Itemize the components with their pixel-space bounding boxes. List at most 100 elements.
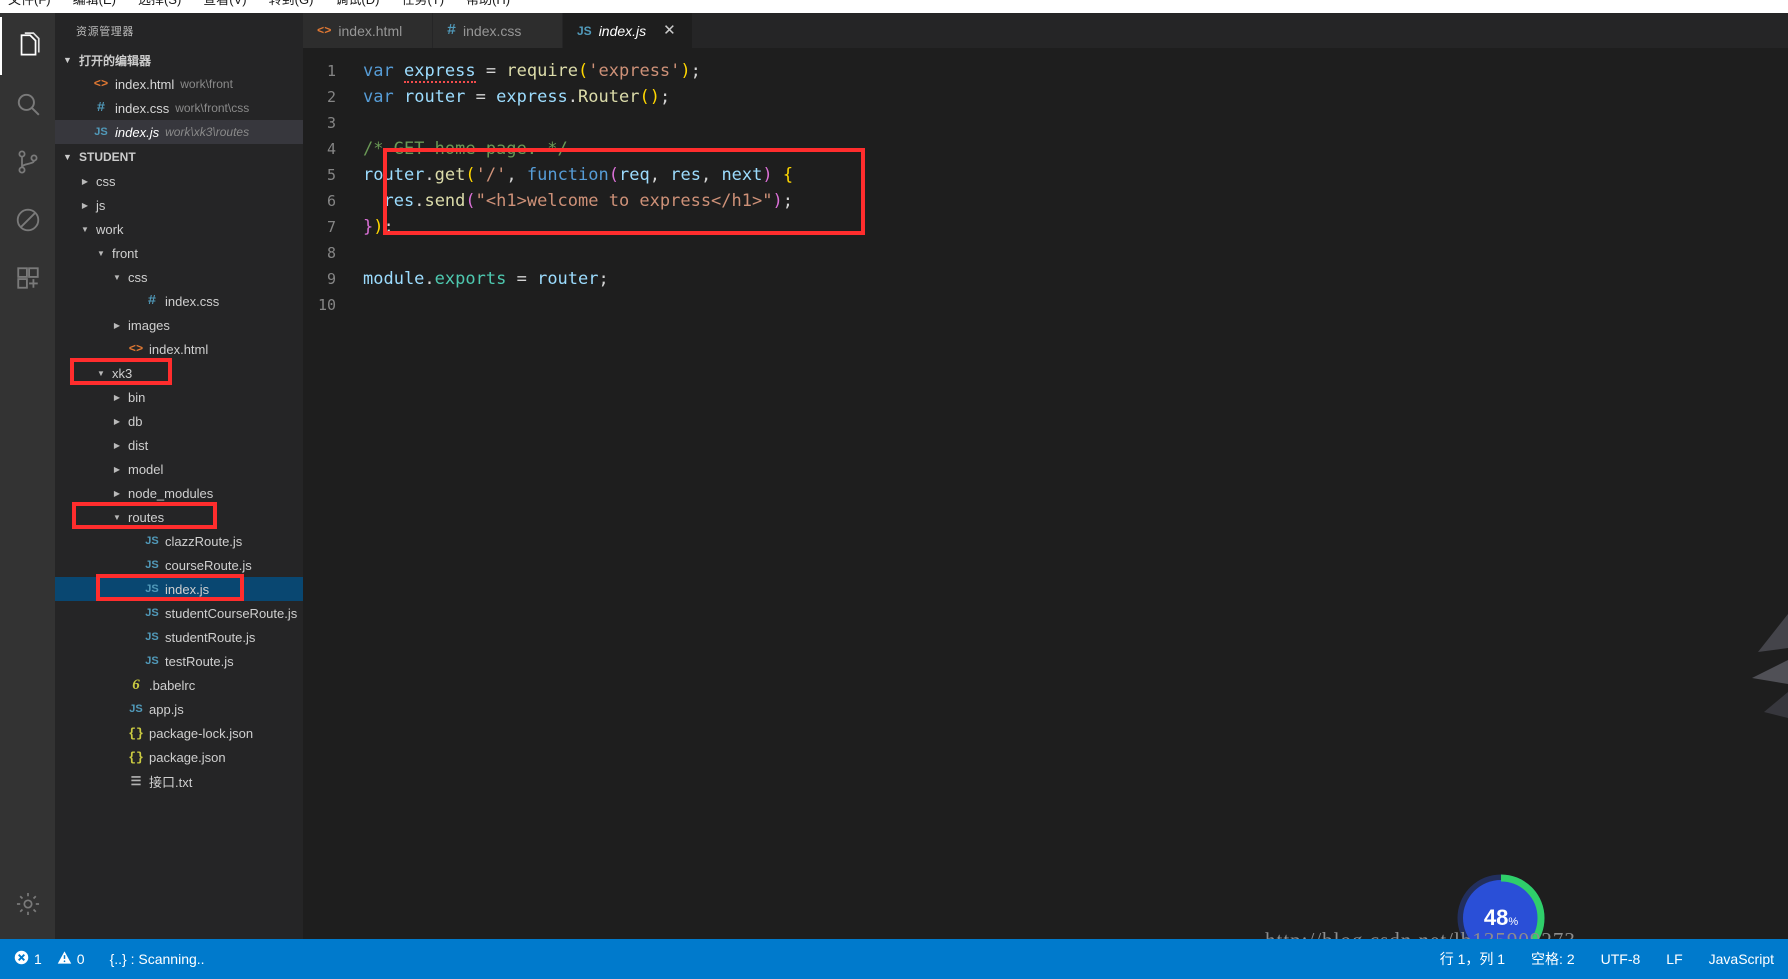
chevron-right-icon: ▶ bbox=[81, 176, 89, 186]
menu-item-tasks[interactable]: 任务(T) bbox=[401, 0, 444, 6]
tree-item-.babelrc[interactable]: ▶6.babelrc bbox=[55, 673, 303, 697]
activity-source-control[interactable] bbox=[0, 133, 55, 191]
activity-debug[interactable] bbox=[0, 191, 55, 249]
error-count: 1 bbox=[34, 951, 42, 967]
status-task[interactable]: {..} : Scanning.. bbox=[110, 951, 205, 967]
js-icon: JS bbox=[145, 535, 159, 547]
tree-item-index.css[interactable]: ▶#index.css bbox=[55, 289, 303, 313]
code-content: 1 var express = require('express'); 2 va… bbox=[303, 48, 1788, 318]
open-editors-header[interactable]: ▼ 打开的编辑器 bbox=[55, 48, 303, 72]
menu-item-file[interactable]: 文件(F) bbox=[8, 0, 51, 6]
tree-item-js[interactable]: ▶ js bbox=[55, 193, 303, 217]
tab-index-html[interactable]: <> index.html bbox=[303, 13, 433, 48]
tree-item-front[interactable]: ▼ front bbox=[55, 241, 303, 265]
tab-index-js[interactable]: JS index.js ✕ bbox=[563, 13, 693, 48]
tree-item-work[interactable]: ▼ work bbox=[55, 217, 303, 241]
tree-item-courseroute.js[interactable]: ▶JScourseRoute.js bbox=[55, 553, 303, 577]
tree-item-routes[interactable]: ▼ routes bbox=[55, 505, 303, 529]
tree-item-clazzroute.js[interactable]: ▶JSclazzRoute.js bbox=[55, 529, 303, 553]
tree-item-package.json[interactable]: ▶{}package.json bbox=[55, 745, 303, 769]
json-icon: {} bbox=[128, 749, 144, 765]
tree-item-css[interactable]: ▶ css bbox=[55, 169, 303, 193]
tree-item-label: courseRoute.js bbox=[165, 557, 252, 573]
chevron-right-icon: ▶ bbox=[113, 488, 121, 498]
tree-item-label: testRoute.js bbox=[165, 653, 234, 669]
status-encoding[interactable]: UTF-8 bbox=[1601, 951, 1641, 967]
tree-item-label: work bbox=[96, 221, 124, 237]
line-number: 9 bbox=[326, 270, 336, 288]
tree-item-label: clazzRoute.js bbox=[165, 533, 243, 549]
line-number: 7 bbox=[326, 218, 336, 236]
tree-item-images[interactable]: ▶ images bbox=[55, 313, 303, 337]
css-icon: # bbox=[147, 293, 157, 309]
tree-item-model[interactable]: ▶ model bbox=[55, 457, 303, 481]
tree-item-label: model bbox=[128, 461, 164, 477]
editor-tabs: <> index.html # index.css JS index.js ✕ bbox=[303, 13, 1788, 48]
code-line: 10 bbox=[303, 292, 1788, 318]
tree-item-css[interactable]: ▼ css bbox=[55, 265, 303, 289]
tree-item-label: dist bbox=[128, 437, 149, 453]
tree-item-label: studentRoute.js bbox=[165, 629, 256, 645]
status-indentation[interactable]: 空格: 2 bbox=[1531, 949, 1575, 969]
menu-item-edit[interactable]: 编辑(E) bbox=[73, 0, 116, 6]
tree-item-node-modules[interactable]: ▶ node_modules bbox=[55, 481, 303, 505]
status-eol[interactable]: LF bbox=[1666, 951, 1682, 967]
js-icon: JS bbox=[145, 655, 159, 667]
status-errors[interactable]: 1 bbox=[14, 950, 42, 968]
code-line: 9 module.exports = router; bbox=[303, 266, 1788, 292]
open-editor-index-js[interactable]: JS index.js work\xk3\routes bbox=[55, 120, 303, 144]
chevron-right-icon: ▶ bbox=[113, 440, 121, 450]
activity-settings[interactable] bbox=[0, 875, 55, 933]
menu-item-debug[interactable]: 调试(D) bbox=[335, 0, 379, 6]
menu-item-view[interactable]: 查看(V) bbox=[203, 0, 246, 6]
line-number: 2 bbox=[326, 88, 336, 106]
tree-item-bin[interactable]: ▶ bin bbox=[55, 385, 303, 409]
open-editor-path: work\front\css bbox=[175, 101, 250, 115]
tree-item-index.js[interactable]: ▶JSindex.js bbox=[55, 577, 303, 601]
tree-item-package-lock.json[interactable]: ▶{}package-lock.json bbox=[55, 721, 303, 745]
tree-item-app.js[interactable]: ▶JSapp.js bbox=[55, 697, 303, 721]
gear-icon bbox=[15, 891, 41, 917]
activity-extensions[interactable] bbox=[0, 249, 55, 307]
tree-item-studentroute.js[interactable]: ▶JSstudentRoute.js bbox=[55, 625, 303, 649]
editor-vertical-scrollbar[interactable] bbox=[1774, 48, 1788, 939]
open-editor-name: index.css bbox=[115, 100, 170, 116]
tree-item-db[interactable]: ▶ db bbox=[55, 409, 303, 433]
tree-item-label: routes bbox=[128, 509, 165, 525]
open-editor-name: index.html bbox=[115, 76, 175, 92]
activity-explorer[interactable] bbox=[0, 17, 55, 75]
tree-item-index.html[interactable]: ▶<>index.html bbox=[55, 337, 303, 361]
open-editor-index-html[interactable]: <> index.html work\front bbox=[55, 72, 303, 96]
line-text-2: var router = express.Router(); bbox=[363, 87, 671, 107]
status-language-mode[interactable]: JavaScript bbox=[1709, 951, 1774, 967]
tree-item-label: images bbox=[128, 317, 170, 333]
open-editor-name: index.js bbox=[115, 124, 160, 140]
warning-icon bbox=[57, 950, 72, 968]
menu-item-goto[interactable]: 转到(G) bbox=[269, 0, 314, 6]
tree-item-xk3[interactable]: ▼ xk3 bbox=[55, 361, 303, 385]
js-icon: JS bbox=[129, 703, 143, 715]
code-editor[interactable]: 1 var express = require('express'); 2 va… bbox=[303, 48, 1788, 939]
menu-item-select[interactable]: 选择(S) bbox=[138, 0, 181, 6]
chevron-right-icon: ▶ bbox=[113, 416, 121, 426]
js-icon: JS bbox=[94, 126, 108, 138]
html-icon: <> bbox=[93, 77, 109, 91]
tree-item-label: 接口.txt bbox=[149, 774, 193, 790]
babel-icon: 6 bbox=[132, 676, 140, 693]
open-editor-index-css[interactable]: # index.css work\front\css bbox=[55, 96, 303, 120]
tree-item-label: index.js bbox=[165, 581, 210, 597]
tab-index-css[interactable]: # index.css bbox=[433, 13, 563, 48]
menu-item-help[interactable]: 帮助(H) bbox=[466, 0, 510, 6]
tree-item---.txt[interactable]: ▶☰接口.txt bbox=[55, 769, 303, 793]
status-cursor-position[interactable]: 行 1，列 1 bbox=[1440, 949, 1505, 969]
close-icon[interactable]: ✕ bbox=[663, 23, 676, 38]
line-number: 8 bbox=[326, 244, 336, 262]
tree-item-studentcourseroute.js[interactable]: ▶JSstudentCourseRoute.js bbox=[55, 601, 303, 625]
activity-search[interactable] bbox=[0, 75, 55, 133]
tree-item-dist[interactable]: ▶ dist bbox=[55, 433, 303, 457]
vscode-window: 文件(F) 编辑(E) 选择(S) 查看(V) 转到(G) 调试(D) 任务(T… bbox=[0, 0, 1788, 979]
project-header[interactable]: ▼ STUDENT bbox=[55, 145, 303, 169]
tree-item-testroute.js[interactable]: ▶JStestRoute.js bbox=[55, 649, 303, 673]
line-number: 4 bbox=[326, 140, 336, 158]
status-warnings[interactable]: 0 bbox=[57, 950, 85, 968]
